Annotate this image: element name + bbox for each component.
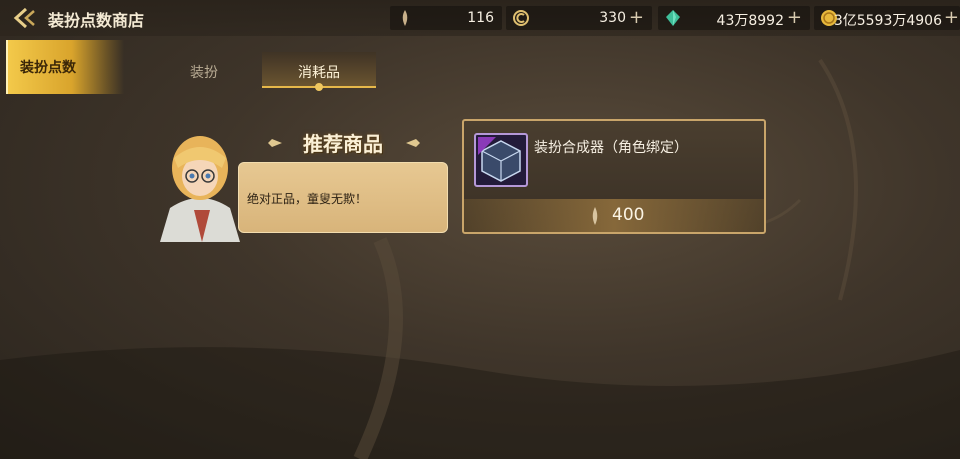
back-arrow-icon (13, 7, 35, 29)
tab-consumables[interactable]: 消耗品 (262, 52, 376, 91)
sidebar-item-label: 装扮点数 (20, 60, 76, 76)
shopkeeper-portrait (160, 136, 240, 242)
item-price: 400 (612, 205, 645, 225)
gem-icon (666, 10, 680, 26)
coin-c-count: 330 (599, 10, 626, 26)
speech-bubble: 绝对正品，童叟无欺！ (238, 162, 448, 233)
tab-costume[interactable]: 装扮 (150, 52, 258, 88)
active-tab-indicator (315, 83, 323, 91)
gem-count: 43万8992 (716, 13, 784, 29)
add-coin-c-button[interactable]: + (629, 7, 644, 28)
quill-icon (402, 10, 408, 26)
title-ornament-right (406, 139, 420, 147)
top-bar: 装扮点数商店 116 330 + 43万8992 + 3亿5593万4906 + (0, 0, 960, 36)
page-title: 装扮点数商店 (48, 11, 145, 30)
quill-count: 116 (467, 10, 494, 26)
price-bar: 400 (464, 199, 764, 232)
sidebar-item-costume-points[interactable]: 装扮点数 (6, 40, 124, 94)
back-button[interactable] (10, 5, 40, 31)
add-gold-button[interactable]: + (944, 7, 959, 28)
resource-quill: 116 (390, 6, 502, 30)
add-gem-button[interactable]: + (787, 7, 802, 28)
quill-icon (592, 207, 598, 225)
resource-coin-c: 330 + (506, 6, 652, 30)
item-card[interactable]: 装扮合成器（角色绑定） 400 (462, 119, 766, 234)
item-thumbnail (474, 133, 528, 187)
resource-gold: 3亿5593万4906 + (814, 6, 960, 30)
tab-label: 装扮 (190, 65, 218, 81)
recommend-title: 推荐商品 (303, 132, 383, 156)
resource-gem: 43万8992 + (658, 6, 810, 30)
tab-label: 消耗品 (298, 65, 340, 81)
gold-count: 3亿5593万4906 (833, 13, 942, 29)
synthesizer-cube-icon (478, 137, 521, 182)
speech-text: 绝对正品，童叟无欺！ (247, 192, 368, 206)
coin-c-icon (513, 10, 529, 26)
item-name: 装扮合成器（角色绑定） (534, 140, 688, 156)
